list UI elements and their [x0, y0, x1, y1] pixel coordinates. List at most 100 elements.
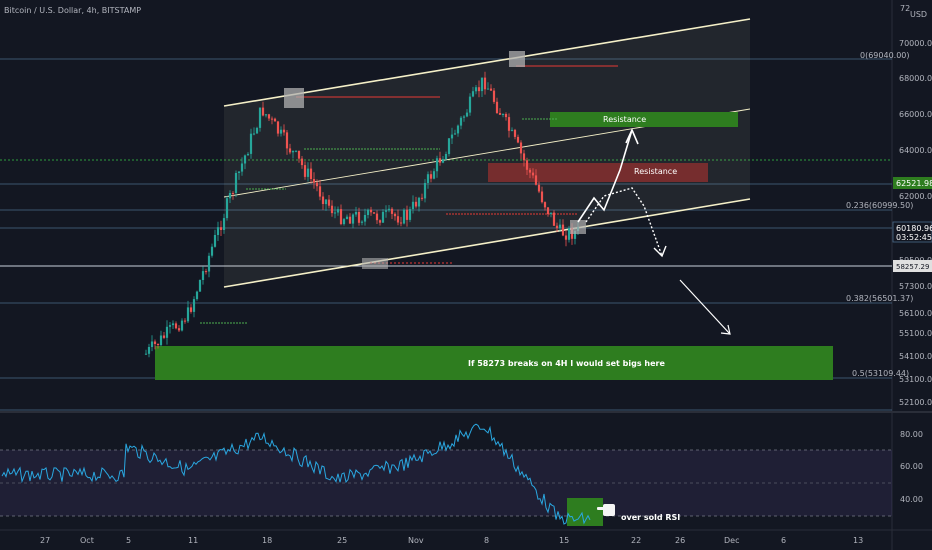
rsi-axis[interactable]: 80.00 60.00 40.00 [900, 430, 923, 504]
fib-label-0: 0(69040.00) [860, 51, 910, 60]
candle [300, 158, 304, 166]
time-tick: 5 [126, 536, 131, 545]
candle [354, 212, 358, 215]
price-chart[interactable]: Bitcoin / U.S. Dollar, 4h, BITSTAMP Resi… [0, 0, 932, 550]
candle [462, 116, 466, 118]
candle [147, 347, 151, 354]
candle [345, 216, 349, 220]
pivot-marker-current[interactable] [570, 220, 586, 234]
candle [360, 221, 364, 223]
candle [294, 150, 298, 152]
time-tick: Dec [724, 536, 739, 545]
candle [366, 209, 370, 215]
price-tick-68000: 68000.00 [899, 74, 932, 83]
candle [567, 228, 571, 240]
pivot-marker-low[interactable] [362, 258, 388, 269]
candle [228, 193, 232, 199]
candle [396, 216, 400, 223]
candle [282, 129, 286, 133]
candle [363, 215, 367, 222]
support-level-text: 58257.29 [896, 263, 929, 271]
candle [555, 225, 559, 229]
candle [372, 212, 376, 214]
fib-label-0236: 0.236(60999.50) [846, 201, 913, 210]
candle [237, 171, 241, 173]
candle [270, 118, 274, 120]
candle [342, 219, 346, 225]
candle [456, 125, 460, 134]
candle [558, 224, 562, 229]
candle [423, 183, 427, 199]
candle [246, 153, 250, 156]
candle [561, 224, 565, 236]
current-price-text: 60180.96 [896, 224, 932, 233]
candle [369, 209, 373, 213]
candle [249, 133, 253, 154]
rsi-tick-60: 60.00 [900, 462, 923, 471]
candle [399, 222, 403, 224]
pivot-marker-high-1[interactable] [284, 88, 304, 108]
time-tick: 8 [484, 536, 489, 545]
time-tick: 25 [337, 536, 347, 545]
candle [288, 148, 292, 153]
price-axis-top-label: 72 [900, 4, 910, 13]
candle [285, 132, 289, 149]
candle [420, 197, 424, 199]
candle [408, 209, 412, 220]
candle [165, 326, 169, 338]
candle [525, 160, 529, 170]
candle [219, 227, 223, 230]
candle [498, 113, 502, 115]
candle [261, 107, 265, 116]
candle [435, 158, 439, 172]
candle [429, 174, 433, 179]
candle [564, 235, 568, 240]
fib-label-0382: 0.382(56501.37) [846, 294, 913, 303]
candle [375, 213, 379, 221]
candle [516, 136, 520, 143]
candle [444, 154, 448, 159]
candle [549, 212, 553, 215]
candle [351, 214, 355, 224]
candle [489, 88, 493, 91]
candle [339, 209, 343, 225]
candle [378, 220, 382, 223]
candle [432, 171, 436, 179]
price-tick-56100: 56100.00 [899, 309, 932, 318]
price-tick-66000: 66000.00 [899, 110, 932, 119]
candle [552, 212, 556, 226]
pivot-marker-high-2[interactable] [509, 51, 525, 67]
candle [504, 114, 508, 118]
candle [483, 77, 487, 90]
candle [231, 193, 235, 194]
candle [144, 353, 148, 355]
price-tick-52100: 52100.00 [899, 398, 932, 407]
candle [240, 163, 244, 172]
candle [171, 323, 175, 326]
candle [417, 197, 421, 207]
time-axis[interactable]: 27 Oct 5 11 18 25 Nov 8 15 22 26 Dec 6 1… [40, 536, 863, 545]
candle [540, 191, 544, 203]
candle [450, 134, 454, 139]
candle [327, 199, 331, 206]
candle [402, 209, 406, 224]
candle [297, 150, 301, 159]
candle [348, 216, 352, 224]
candle [159, 335, 163, 346]
price-tick-64000: 64000.00 [899, 146, 932, 155]
candle [486, 88, 490, 90]
time-tick: 15 [559, 536, 569, 545]
candle [156, 343, 160, 345]
candle [258, 107, 262, 128]
buy-zone-label: If 58273 breaks on 4H I would set bigs h… [468, 359, 665, 368]
candle [312, 179, 316, 183]
candle [318, 186, 322, 197]
candle [513, 129, 517, 137]
time-tick: 6 [781, 536, 786, 545]
candle [543, 202, 547, 208]
down-arrow-line[interactable] [679, 279, 731, 335]
candle [477, 87, 481, 92]
candle [426, 174, 430, 183]
candle [390, 208, 394, 214]
candle [225, 198, 229, 219]
